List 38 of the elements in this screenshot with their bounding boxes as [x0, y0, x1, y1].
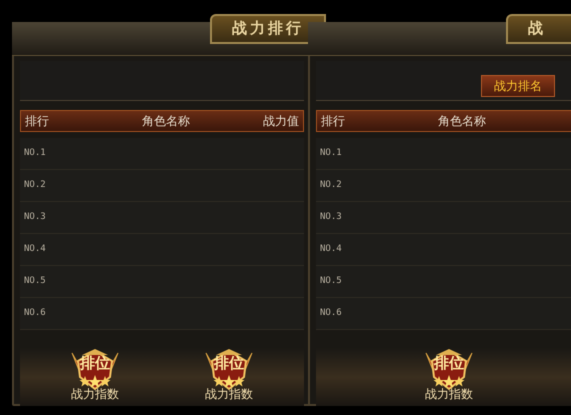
emblem-text: 排位 [214, 356, 244, 371]
rank-cell-text: NO.5 [319, 274, 342, 288]
panel-title: 战力排行 [232, 18, 304, 39]
rank-cell-text: NO.6 [319, 306, 342, 320]
column-header: 排行 [320, 113, 346, 130]
badge-caption: 战力指数 [205, 387, 253, 402]
column-header: 战力值 [262, 113, 300, 130]
table-row[interactable]: NO.4 [20, 234, 304, 266]
table-row[interactable]: NO.5 [316, 266, 571, 298]
emblem-text: 排位 [434, 356, 464, 371]
emblem-text: 排位 [80, 356, 110, 371]
column-header: 角色名称 [141, 113, 191, 130]
rank-cell-text: NO.4 [23, 242, 46, 256]
badge-caption: 战力指数 [71, 387, 119, 402]
tab[interactable]: 战力排名 [481, 75, 555, 97]
table-row[interactable]: NO.2 [316, 170, 571, 202]
rank-cell-text: NO.2 [23, 178, 46, 192]
table-row[interactable]: NO.2 [20, 170, 304, 202]
table-row[interactable]: NO.1 [316, 138, 571, 170]
rank-cell-text: NO.5 [23, 274, 46, 288]
badge-caption: 战力指数 [425, 387, 473, 402]
panel-title: 战 [528, 18, 546, 39]
column-header: 角色名称 [437, 113, 487, 130]
rank-cell-text: NO.6 [23, 306, 46, 320]
rank-cell-text: NO.3 [319, 210, 342, 224]
rank-cell-text: NO.3 [23, 210, 46, 224]
rank-cell-text: NO.4 [319, 242, 342, 256]
table-row[interactable]: NO.3 [20, 202, 304, 234]
table-row[interactable]: NO.3 [316, 202, 571, 234]
table-row[interactable]: NO.5 [20, 266, 304, 298]
rank-cell-text: NO.1 [319, 146, 342, 160]
table-row[interactable]: NO.1 [20, 138, 304, 170]
table-row[interactable]: NO.6 [316, 298, 571, 330]
rank-cell-text: NO.2 [319, 178, 342, 192]
column-header: 排行 [24, 113, 50, 130]
table-row[interactable]: NO.4 [316, 234, 571, 266]
table-row[interactable]: NO.6 [20, 298, 304, 330]
rank-cell-text: NO.1 [23, 146, 46, 160]
